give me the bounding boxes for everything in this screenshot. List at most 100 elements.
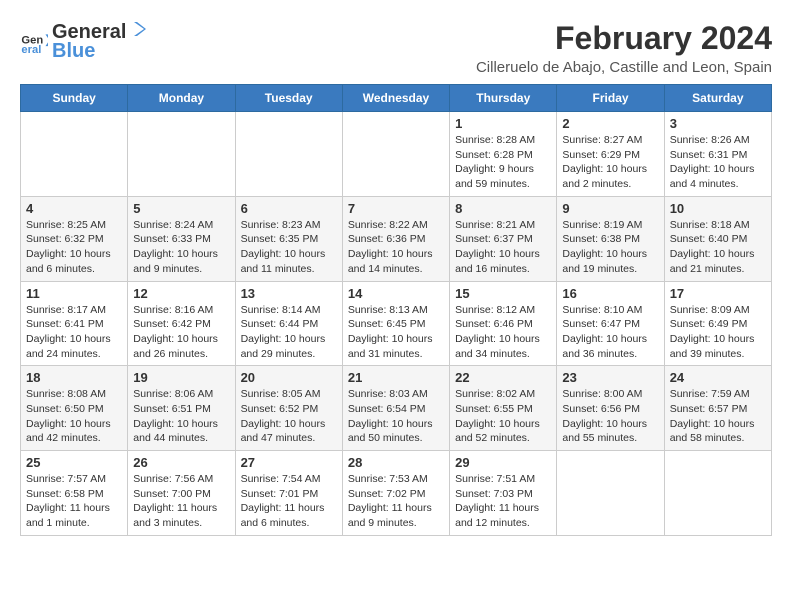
calendar-week-row: 1 Sunrise: 8:28 AMSunset: 6:28 PMDaylight…: [21, 112, 772, 197]
day-number: 12: [133, 286, 229, 301]
logo-arrow-icon: [128, 20, 146, 38]
weekday-header-sunday: Sunday: [21, 85, 128, 112]
calendar-table: SundayMondayTuesdayWednesdayThursdayFrid…: [20, 84, 772, 536]
calendar-cell: 27 Sunrise: 7:54 AMSunset: 7:01 PMDayligh…: [235, 451, 342, 536]
day-info: Sunrise: 8:13 AMSunset: 6:45 PMDaylight:…: [348, 303, 444, 362]
calendar-cell: 16 Sunrise: 8:10 AMSunset: 6:47 PMDayligh…: [557, 281, 664, 366]
day-info: Sunrise: 8:26 AMSunset: 6:31 PMDaylight:…: [670, 133, 766, 192]
day-number: 7: [348, 201, 444, 216]
day-number: 27: [241, 455, 337, 470]
day-number: 26: [133, 455, 229, 470]
weekday-header-friday: Friday: [557, 85, 664, 112]
day-number: 2: [562, 116, 658, 131]
day-number: 9: [562, 201, 658, 216]
calendar-cell: [21, 112, 128, 197]
calendar-cell: [342, 112, 449, 197]
day-info: Sunrise: 7:54 AMSunset: 7:01 PMDaylight:…: [241, 472, 337, 531]
day-number: 19: [133, 370, 229, 385]
day-number: 18: [26, 370, 122, 385]
calendar-week-row: 18 Sunrise: 8:08 AMSunset: 6:50 PMDayligh…: [21, 366, 772, 451]
day-info: Sunrise: 7:51 AMSunset: 7:03 PMDaylight:…: [455, 472, 551, 531]
calendar-cell: [557, 451, 664, 536]
calendar-cell: 20Sunrise: 8:05 AMSunset: 6:52 PMDayligh…: [235, 366, 342, 451]
day-number: 21: [348, 370, 444, 385]
day-number: 22: [455, 370, 551, 385]
day-info: Sunrise: 8:03 AMSunset: 6:54 PMDaylight:…: [348, 387, 444, 446]
day-info: Sunrise: 8:21 AMSunset: 6:37 PMDaylight:…: [455, 218, 551, 277]
logo-icon: Gen eral: [20, 28, 48, 56]
calendar-cell: 15 Sunrise: 8:12 AMSunset: 6:46 PMDayligh…: [450, 281, 557, 366]
calendar-cell: 13 Sunrise: 8:14 AMSunset: 6:44 PMDayligh…: [235, 281, 342, 366]
logo: Gen eral General Blue: [20, 20, 146, 63]
calendar-week-row: 4 Sunrise: 8:25 AMSunset: 6:32 PMDaylight…: [21, 196, 772, 281]
day-number: 11: [26, 286, 122, 301]
day-info: Sunrise: 7:57 AMSunset: 6:58 PMDaylight:…: [26, 472, 122, 531]
day-info: Sunrise: 8:05 AMSunset: 6:52 PMDaylight:…: [241, 387, 337, 446]
day-info: Sunrise: 8:22 AMSunset: 6:36 PMDaylight:…: [348, 218, 444, 277]
day-info: Sunrise: 8:09 AMSunset: 6:49 PMDaylight:…: [670, 303, 766, 362]
calendar-cell: 24Sunrise: 7:59 AMSunset: 6:57 PMDayligh…: [664, 366, 771, 451]
day-info: Sunrise: 8:19 AMSunset: 6:38 PMDaylight:…: [562, 218, 658, 277]
day-number: 3: [670, 116, 766, 131]
day-info: Sunrise: 8:28 AMSunset: 6:28 PMDaylight:…: [455, 133, 551, 192]
weekday-header-monday: Monday: [128, 85, 235, 112]
day-info: Sunrise: 8:18 AMSunset: 6:40 PMDaylight:…: [670, 218, 766, 277]
calendar-cell: 18 Sunrise: 8:08 AMSunset: 6:50 PMDayligh…: [21, 366, 128, 451]
day-info: Sunrise: 8:17 AMSunset: 6:41 PMDaylight:…: [26, 303, 122, 362]
calendar-cell: 14 Sunrise: 8:13 AMSunset: 6:45 PMDayligh…: [342, 281, 449, 366]
day-number: 28: [348, 455, 444, 470]
calendar-week-row: 11 Sunrise: 8:17 AMSunset: 6:41 PMDayligh…: [21, 281, 772, 366]
calendar-cell: 8 Sunrise: 8:21 AMSunset: 6:37 PMDaylight…: [450, 196, 557, 281]
calendar-cell: 28 Sunrise: 7:53 AMSunset: 7:02 PMDayligh…: [342, 451, 449, 536]
weekday-header-row: SundayMondayTuesdayWednesdayThursdayFrid…: [21, 85, 772, 112]
calendar-week-row: 25 Sunrise: 7:57 AMSunset: 6:58 PMDayligh…: [21, 451, 772, 536]
calendar-cell: 7 Sunrise: 8:22 AMSunset: 6:36 PMDaylight…: [342, 196, 449, 281]
page-header: Gen eral General Blue February 2024 Cill…: [20, 20, 772, 76]
day-number: 10: [670, 201, 766, 216]
day-info: Sunrise: 8:06 AMSunset: 6:51 PMDaylight:…: [133, 387, 229, 446]
day-number: 23: [562, 370, 658, 385]
day-number: 17: [670, 286, 766, 301]
calendar-cell: 25 Sunrise: 7:57 AMSunset: 6:58 PMDayligh…: [21, 451, 128, 536]
day-number: 14: [348, 286, 444, 301]
calendar-cell: 1 Sunrise: 8:28 AMSunset: 6:28 PMDaylight…: [450, 112, 557, 197]
day-info: Sunrise: 7:56 AMSunset: 7:00 PMDaylight:…: [133, 472, 229, 531]
calendar-cell: 23 Sunrise: 8:00 AMSunset: 6:56 PMDayligh…: [557, 366, 664, 451]
month-year-title: February 2024: [476, 20, 772, 57]
calendar-cell: 22 Sunrise: 8:02 AMSunset: 6:55 PMDayligh…: [450, 366, 557, 451]
day-info: Sunrise: 8:02 AMSunset: 6:55 PMDaylight:…: [455, 387, 551, 446]
calendar-cell: 26 Sunrise: 7:56 AMSunset: 7:00 PMDayligh…: [128, 451, 235, 536]
day-number: 13: [241, 286, 337, 301]
calendar-cell: 21 Sunrise: 8:03 AMSunset: 6:54 PMDayligh…: [342, 366, 449, 451]
day-number: 15: [455, 286, 551, 301]
day-number: 29: [455, 455, 551, 470]
day-info: Sunrise: 8:14 AMSunset: 6:44 PMDaylight:…: [241, 303, 337, 362]
day-number: 6: [241, 201, 337, 216]
weekday-header-thursday: Thursday: [450, 85, 557, 112]
day-number: 16: [562, 286, 658, 301]
weekday-header-wednesday: Wednesday: [342, 85, 449, 112]
svg-text:eral: eral: [21, 44, 41, 56]
calendar-cell: 4 Sunrise: 8:25 AMSunset: 6:32 PMDaylight…: [21, 196, 128, 281]
calendar-cell: 10 Sunrise: 8:18 AMSunset: 6:40 PMDayligh…: [664, 196, 771, 281]
day-info: Sunrise: 8:12 AMSunset: 6:46 PMDaylight:…: [455, 303, 551, 362]
location-subtitle: Cilleruelo de Abajo, Castille and Leon, …: [476, 59, 772, 76]
calendar-cell: 11 Sunrise: 8:17 AMSunset: 6:41 PMDayligh…: [21, 281, 128, 366]
day-info: Sunrise: 8:23 AMSunset: 6:35 PMDaylight:…: [241, 218, 337, 277]
day-info: Sunrise: 8:10 AMSunset: 6:47 PMDaylight:…: [562, 303, 658, 362]
calendar-cell: 3 Sunrise: 8:26 AMSunset: 6:31 PMDaylight…: [664, 112, 771, 197]
calendar-cell: 29 Sunrise: 7:51 AMSunset: 7:03 PMDayligh…: [450, 451, 557, 536]
day-info: Sunrise: 7:53 AMSunset: 7:02 PMDaylight:…: [348, 472, 444, 531]
weekday-header-tuesday: Tuesday: [235, 85, 342, 112]
day-number: 4: [26, 201, 122, 216]
day-info: Sunrise: 8:25 AMSunset: 6:32 PMDaylight:…: [26, 218, 122, 277]
calendar-cell: [664, 451, 771, 536]
calendar-cell: 12Sunrise: 8:16 AMSunset: 6:42 PMDayligh…: [128, 281, 235, 366]
day-info: Sunrise: 8:08 AMSunset: 6:50 PMDaylight:…: [26, 387, 122, 446]
day-number: 24: [670, 370, 766, 385]
day-number: 1: [455, 116, 551, 131]
day-number: 8: [455, 201, 551, 216]
day-number: 25: [26, 455, 122, 470]
day-info: Sunrise: 8:00 AMSunset: 6:56 PMDaylight:…: [562, 387, 658, 446]
calendar-cell: 9 Sunrise: 8:19 AMSunset: 6:38 PMDaylight…: [557, 196, 664, 281]
